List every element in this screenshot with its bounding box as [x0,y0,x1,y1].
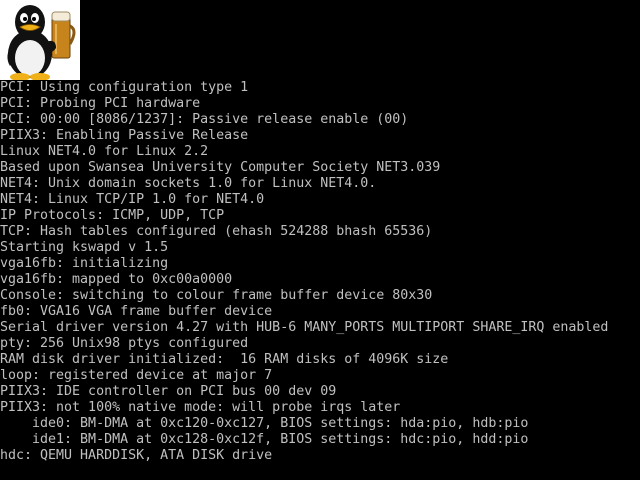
console-line: ide1: BM-DMA at 0xc128-0xc12f, BIOS sett… [0,432,529,447]
console-line: Starting kswapd v 1.5 [0,240,169,255]
console-line: PCI: 00:00 [8086/1237]: Passive release … [0,112,409,127]
console-line: PCI: Using configuration type 1 [0,80,249,95]
console-line: PIIX3: Enabling Passive Release [0,128,249,143]
console-line: IP Protocols: ICMP, UDP, TCP [0,208,225,223]
console-line: PCI: Probing PCI hardware [0,96,201,111]
console-line: fb0: VGA16 VGA frame buffer device [0,304,273,319]
boot-log: PCI: Using configuration type 1 PCI: Pro… [0,80,640,464]
console-line: vga16fb: initializing [0,256,169,271]
console-line: loop: registered device at major 7 [0,368,273,383]
console-line: Based upon Swansea University Computer S… [0,160,441,175]
console-line: Serial driver version 4.27 with HUB-6 MA… [0,320,609,335]
console-line: TCP: Hash tables configured (ehash 52428… [0,224,433,239]
tux-penguin-with-beer-icon [0,0,80,80]
console-line: pty: 256 Unix98 ptys configured [0,336,249,351]
console-line: NET4: Unix domain sockets 1.0 for Linux … [0,176,377,191]
console-line: vga16fb: mapped to 0xc00a0000 [0,272,233,287]
console-line: PIIX3: not 100% native mode: will probe … [0,400,401,415]
console-line: NET4: Linux TCP/IP 1.0 for NET4.0 [0,192,265,207]
console-line: Linux NET4.0 for Linux 2.2 [0,144,209,159]
console-line: ide0: BM-DMA at 0xc120-0xc127, BIOS sett… [0,416,529,431]
console-line: PIIX3: IDE controller on PCI bus 00 dev … [0,384,337,399]
console-line: RAM disk driver initialized: 16 RAM disk… [0,352,449,367]
console-line: hdc: QEMU HARDDISK, ATA DISK drive [0,448,273,463]
console-line: Console: switching to colour frame buffe… [0,288,433,303]
framebuffer-console-screen: PCI: Using configuration type 1 PCI: Pro… [0,0,640,480]
